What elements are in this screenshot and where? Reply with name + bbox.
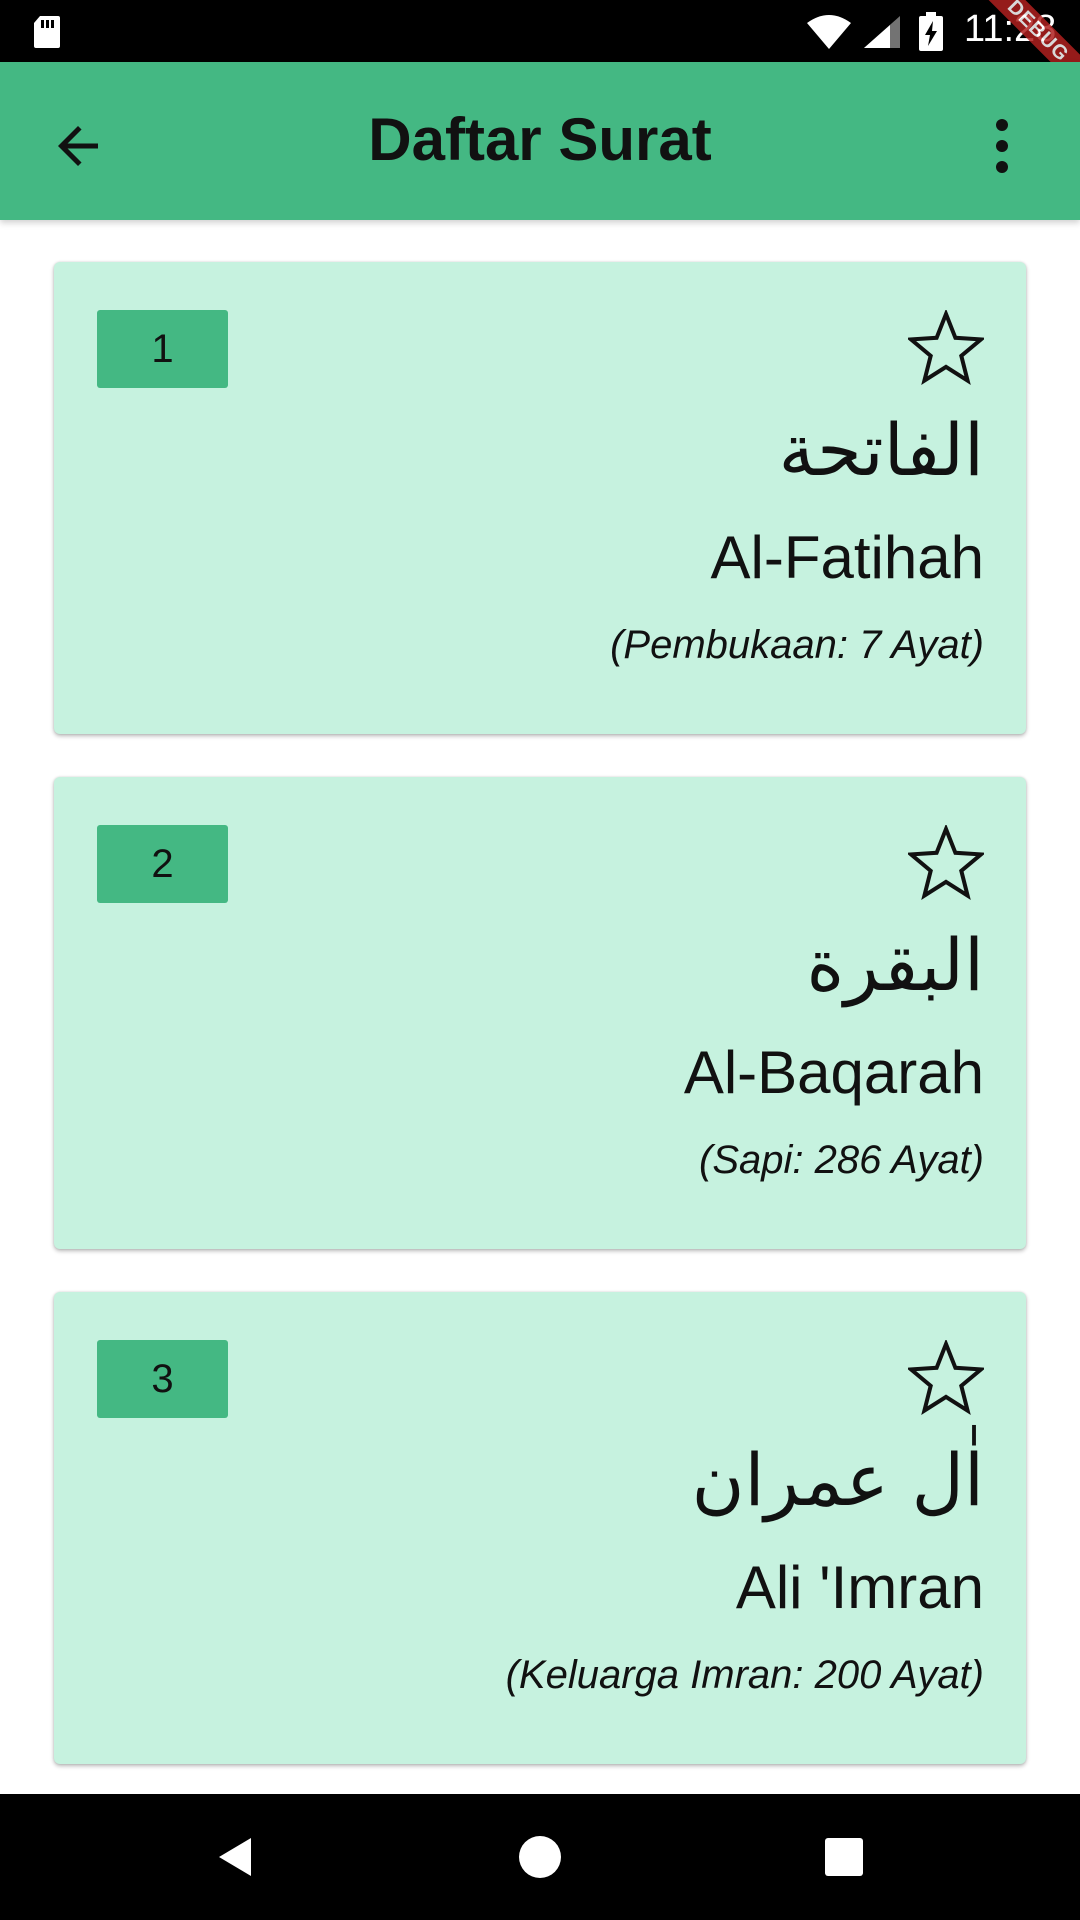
surah-latin-name: Al-Fatihah xyxy=(710,524,984,591)
surah-meaning: (Keluarga Imran: 200 Ayat) xyxy=(505,1653,984,1697)
sd-card-icon xyxy=(34,16,60,48)
surah-arabic-name: اٰل عمران xyxy=(691,1438,984,1522)
surah-arabic-name: البقرة xyxy=(806,923,984,1007)
surah-arabic-name: الفاتحة xyxy=(778,408,984,492)
cell-signal-icon xyxy=(864,16,900,48)
surah-card[interactable]: 2 البقرة Al-Baqarah (Sapi: 286 Ayat) xyxy=(54,777,1026,1249)
surah-card[interactable]: 3 اٰل عمران Ali 'Imran (Keluarga Imran: … xyxy=(54,1292,1026,1764)
star-outline-icon xyxy=(905,308,987,385)
nav-recents-button[interactable] xyxy=(813,1826,875,1888)
status-bar: 11:28 DEBUG xyxy=(0,0,1080,62)
page-title: Daftar Surat xyxy=(368,106,712,173)
surah-latin-name: Al-Baqarah xyxy=(683,1039,984,1106)
nav-recents-icon xyxy=(825,1838,863,1876)
nav-home-button[interactable] xyxy=(509,1826,571,1888)
surah-number-badge: 2 xyxy=(97,825,228,903)
surah-number-badge: 3 xyxy=(97,1340,228,1418)
app-bar: Daftar Surat xyxy=(0,62,1080,220)
favorite-button[interactable] xyxy=(905,308,987,386)
surah-latin-name: Ali 'Imran xyxy=(735,1554,984,1621)
nav-home-icon xyxy=(519,1836,561,1878)
nav-back-icon xyxy=(219,1838,251,1876)
battery-charging-icon xyxy=(919,12,943,51)
surah-list[interactable]: 1 الفاتحة Al-Fatihah (Pembukaan: 7 Ayat)… xyxy=(0,220,1080,1794)
surah-card[interactable]: 1 الفاتحة Al-Fatihah (Pembukaan: 7 Ayat) xyxy=(54,262,1026,734)
surah-meaning: (Sapi: 286 Ayat) xyxy=(699,1138,984,1182)
wifi-icon xyxy=(807,15,851,49)
star-outline-icon xyxy=(905,1338,987,1415)
favorite-button[interactable] xyxy=(905,1338,987,1416)
favorite-button[interactable] xyxy=(905,823,987,901)
overflow-menu-button[interactable] xyxy=(954,98,1050,194)
navigation-bar xyxy=(0,1794,1080,1920)
star-outline-icon xyxy=(905,823,987,900)
nav-back-button[interactable] xyxy=(205,1826,267,1888)
more-vert-icon xyxy=(996,119,1008,173)
surah-number-badge: 1 xyxy=(97,310,228,388)
surah-meaning: (Pembukaan: 7 Ayat) xyxy=(610,623,984,667)
